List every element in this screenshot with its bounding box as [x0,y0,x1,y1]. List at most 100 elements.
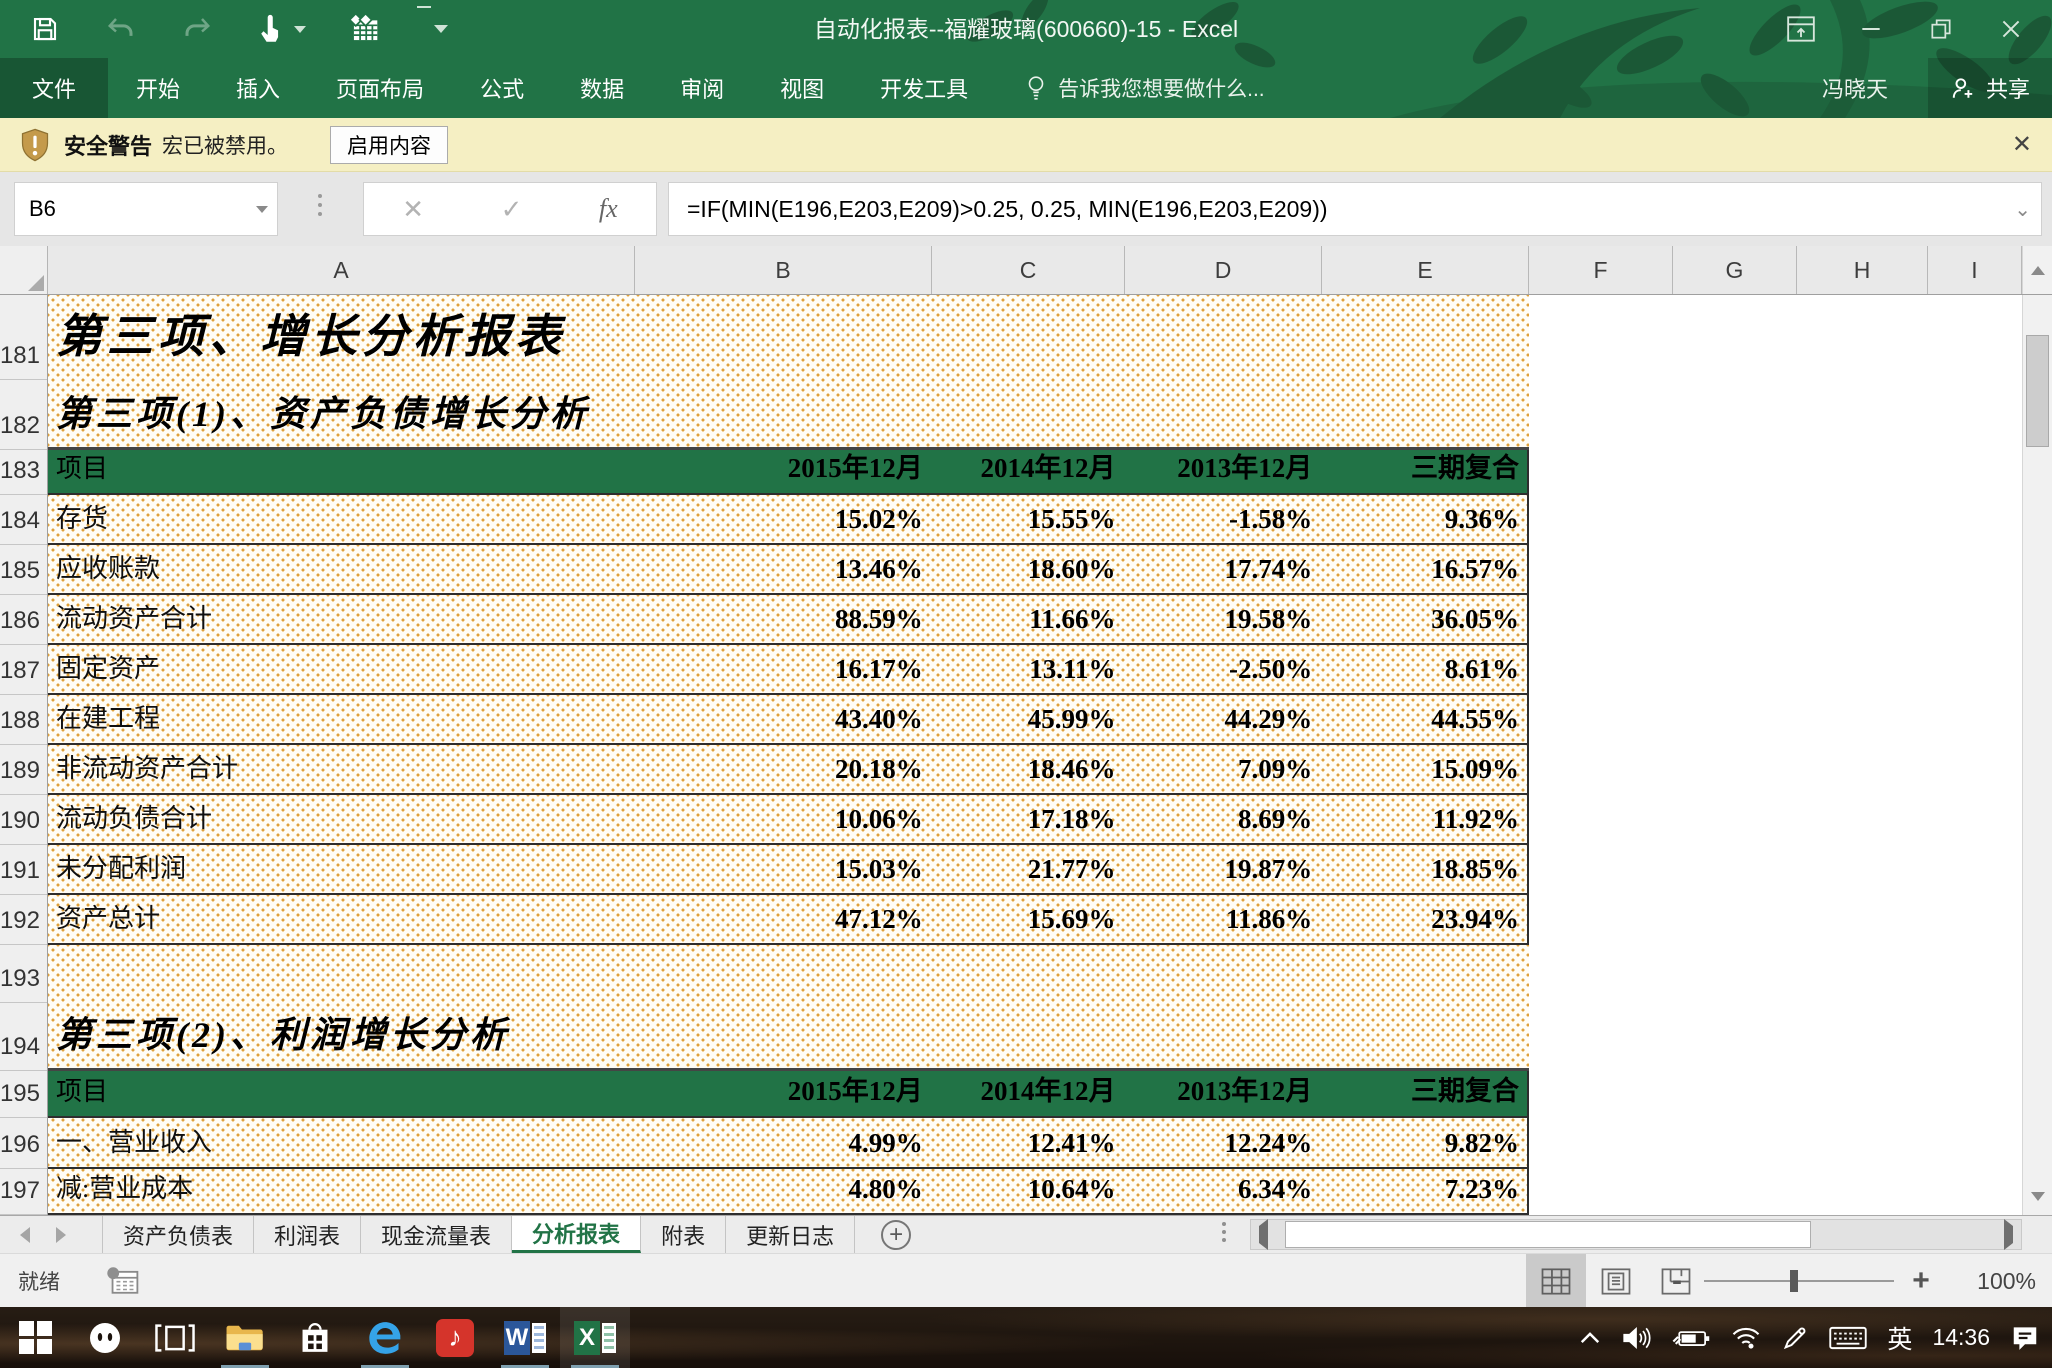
pen-icon[interactable] [1781,1324,1809,1352]
cell-B187[interactable]: 16.17% [634,645,931,693]
insert-function-icon[interactable]: fx [599,194,618,224]
hscroll-right-icon[interactable] [2004,1226,2013,1244]
cell-A186[interactable]: 流动资产合计 [48,595,634,643]
scrollbar-up-arrow[interactable] [2022,246,2052,294]
battery-icon[interactable] [1671,1326,1711,1350]
user-name[interactable]: 冯晓天 [1822,72,1888,104]
formula-input[interactable]: =IF(MIN(E196,E203,E209)>0.25, 0.25, MIN(… [668,182,2042,236]
cell-A190[interactable]: 流动负债合计 [48,795,634,843]
cell-D186[interactable]: 19.58% [1124,595,1321,643]
column-header-H[interactable]: H [1797,246,1928,294]
row-header-196[interactable]: 196 [0,1118,47,1169]
column-header-E[interactable]: E [1322,246,1529,294]
touch-keyboard-icon[interactable] [1829,1325,1867,1351]
cell-E187[interactable]: 8.61% [1320,645,1527,693]
cell-D191[interactable]: 19.87% [1124,845,1321,893]
cell-C191[interactable]: 21.77% [931,845,1124,893]
row-header-192[interactable]: 192 [0,895,47,945]
row-header-181[interactable]: 181 [0,295,47,380]
edge-button[interactable] [350,1307,420,1368]
cell-A181[interactable]: 第三项、增长分析报表 [48,295,1529,380]
cell-E196[interactable]: 9.82% [1320,1118,1527,1167]
store-button[interactable] [280,1307,350,1368]
sheet-tab-4[interactable]: 附表 [641,1216,726,1253]
row-header-183[interactable]: 183 [0,450,47,495]
sheet-tab-3[interactable]: 分析报表 [512,1216,641,1253]
column-header-F[interactable]: F [1529,246,1673,294]
cell-D190[interactable]: 8.69% [1124,795,1321,843]
row-header-182[interactable]: 182 [0,380,47,450]
cell-D188[interactable]: 44.29% [1124,695,1321,743]
cell-A196[interactable]: 一、营业收入 [48,1118,634,1167]
cell-B195[interactable]: 2015年12月 [634,1071,931,1116]
action-center-icon[interactable] [2010,1323,2040,1353]
cell-C185[interactable]: 18.60% [931,545,1124,593]
cell-A182[interactable]: 第三项(1)、资产负债增长分析 [48,380,1529,447]
column-header-C[interactable]: C [932,246,1125,294]
zoom-out-icon[interactable]: - [1662,1264,1692,1298]
horizontal-scrollbar[interactable] [1250,1219,2022,1250]
cell-D196[interactable]: 12.24% [1124,1118,1321,1167]
cell-A192[interactable]: 资产总计 [48,895,634,943]
formula-bar-handle[interactable] [318,194,322,216]
cell-D185[interactable]: 17.74% [1124,545,1321,593]
cancel-icon[interactable]: ✕ [402,194,424,225]
warning-close-icon[interactable]: ✕ [2012,130,2032,159]
vertical-scrollbar[interactable] [2022,295,2052,1215]
cell-C197[interactable]: 10.64% [931,1169,1124,1213]
sheet-tab-overflow[interactable] [1222,1222,1226,1242]
vertical-scrollbar-thumb[interactable] [2026,335,2049,447]
row-header-190[interactable]: 190 [0,795,47,845]
cell-A194[interactable]: 第三项(2)、利润增长分析 [48,1003,1529,1068]
formula-bar-expand-icon[interactable]: ⌄ [2014,197,2031,222]
cell-A183[interactable]: 项目 [48,450,634,493]
sheet-prev-icon[interactable] [20,1227,30,1243]
cell-C189[interactable]: 18.46% [931,745,1124,793]
cell-E183[interactable]: 三期复合 [1320,450,1527,493]
file-explorer-button[interactable] [210,1307,280,1368]
scrollbar-down-arrow[interactable] [2023,1177,2052,1215]
row-header-197[interactable]: 197 [0,1169,47,1215]
cell-A189[interactable]: 非流动资产合计 [48,745,634,793]
sheet-next-icon[interactable] [56,1227,66,1243]
cell-A185[interactable]: 应收账款 [48,545,634,593]
row-header-185[interactable]: 185 [0,545,47,595]
cell-B189[interactable]: 20.18% [634,745,931,793]
enter-icon[interactable]: ✓ [501,194,523,225]
word-button[interactable]: W [490,1307,560,1368]
row-header-189[interactable]: 189 [0,745,47,795]
cell-D183[interactable]: 2013年12月 [1124,450,1321,493]
input-language[interactable]: 英 [1887,1320,1912,1356]
normal-view-icon[interactable] [1526,1254,1586,1308]
cell-B183[interactable]: 2015年12月 [634,450,931,493]
cell-B192[interactable]: 47.12% [634,895,931,943]
name-box[interactable]: B6 [14,182,278,236]
cell-C192[interactable]: 15.69% [931,895,1124,943]
excel-button[interactable]: X [560,1307,630,1368]
cell-D184[interactable]: -1.58% [1124,495,1321,543]
cell-A188[interactable]: 在建工程 [48,695,634,743]
sheet-tab-5[interactable]: 更新日志 [726,1216,855,1253]
cell-E190[interactable]: 11.92% [1320,795,1527,843]
volume-icon[interactable] [1621,1325,1651,1351]
cell-C183[interactable]: 2014年12月 [931,450,1124,493]
cell-A184[interactable]: 存货 [48,495,634,543]
cell-B190[interactable]: 10.06% [634,795,931,843]
ribbon-tab-1[interactable]: 开始 [108,58,208,118]
cell-C186[interactable]: 11.66% [931,595,1124,643]
row-header-191[interactable]: 191 [0,845,47,895]
row-header-195[interactable]: 195 [0,1071,47,1118]
start-button[interactable] [0,1307,70,1368]
cell-E186[interactable]: 36.05% [1320,595,1527,643]
ribbon-tab-0[interactable]: 文件 [0,58,108,118]
hidden-icons-icon[interactable] [1579,1331,1601,1345]
cell-A187[interactable]: 固定资产 [48,645,634,693]
zoom-slider[interactable] [1704,1280,1894,1282]
new-sheet-button[interactable]: + [881,1220,911,1250]
cell-C196[interactable]: 12.41% [931,1118,1124,1167]
cell-C190[interactable]: 17.18% [931,795,1124,843]
task-view-button[interactable] [140,1307,210,1368]
column-header-B[interactable]: B [635,246,932,294]
restore-down-icon[interactable] [1906,0,1976,58]
row-header-187[interactable]: 187 [0,645,47,695]
